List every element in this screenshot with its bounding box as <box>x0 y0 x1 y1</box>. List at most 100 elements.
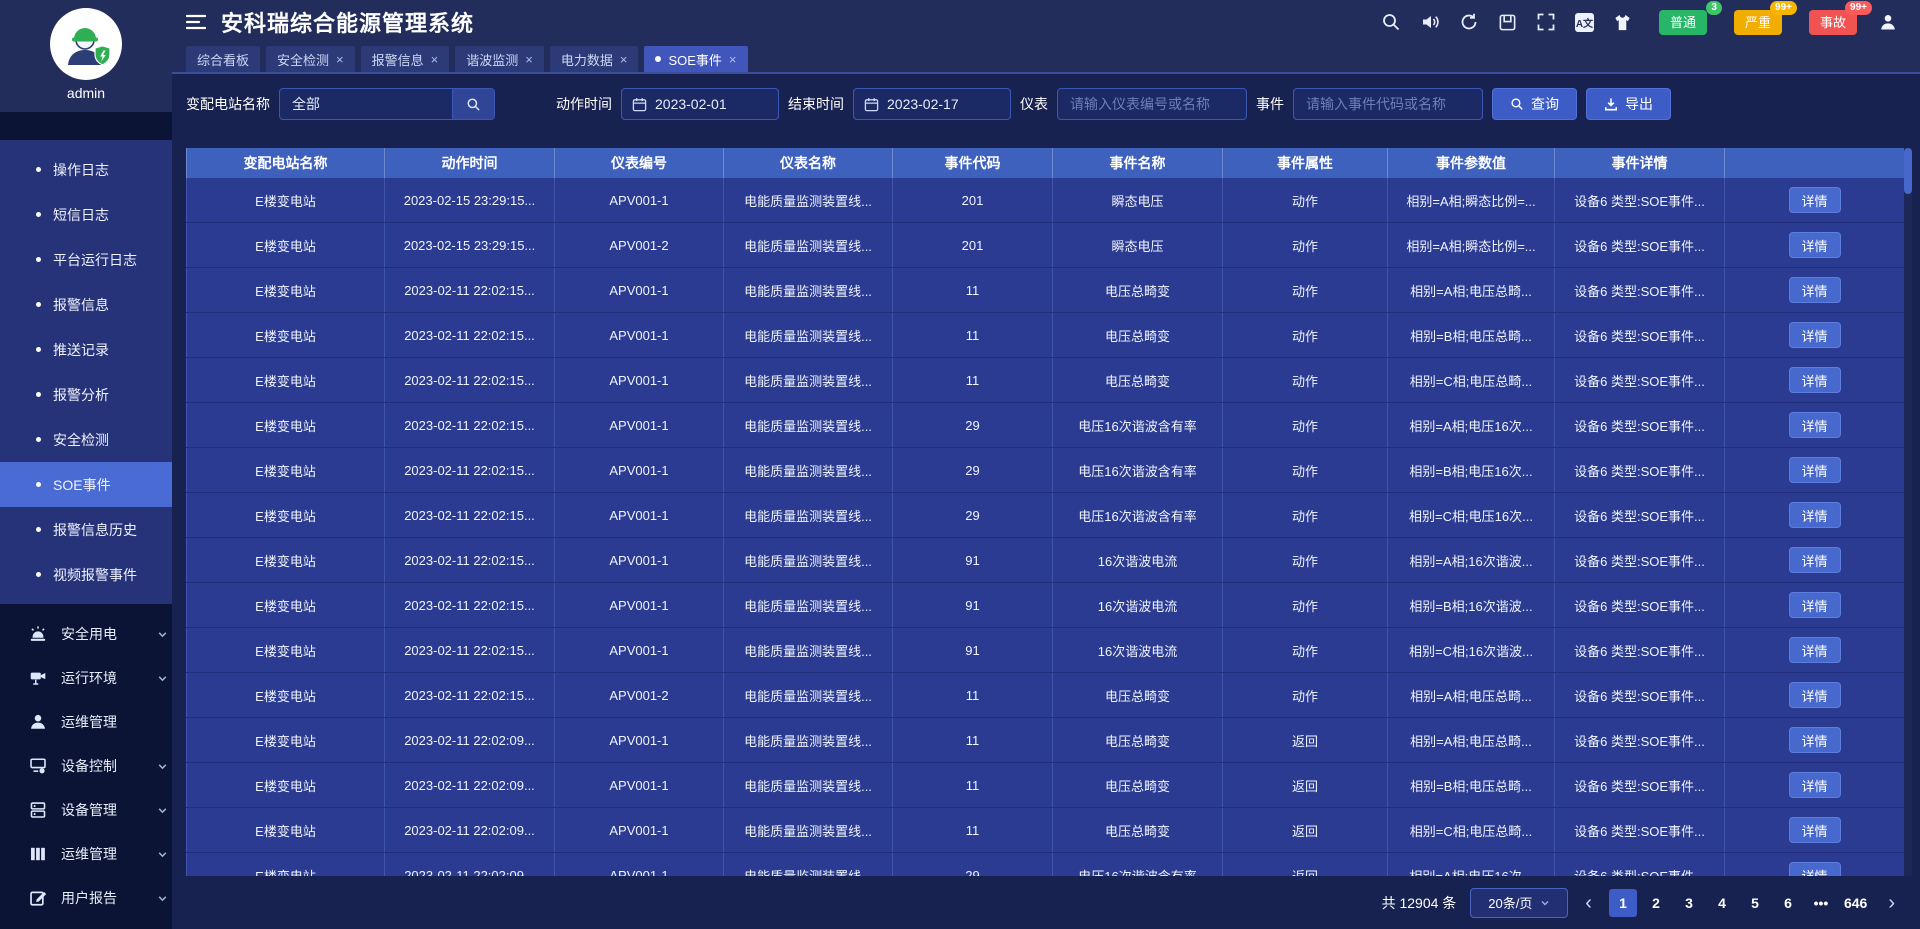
sidebar-subitem[interactable]: 操作日志 <box>0 147 172 192</box>
vertical-scrollbar[interactable] <box>1904 148 1912 876</box>
page-button-5[interactable]: 5 <box>1741 889 1769 917</box>
sidebar-subitem[interactable]: 报警信息 <box>0 282 172 327</box>
detail-button[interactable]: 详情 <box>1789 277 1841 303</box>
detail-button[interactable]: 详情 <box>1789 682 1841 708</box>
table-cell: 2023-02-11 22:02:09... <box>385 763 555 807</box>
page-button-4[interactable]: 4 <box>1708 889 1736 917</box>
main-area: 安科瑞综合能源管理系统 A文 <box>172 0 1920 929</box>
menu-toggle-icon[interactable] <box>186 14 206 30</box>
chevron-down-icon <box>157 849 168 860</box>
table-cell-actions: 详情 <box>1725 178 1904 222</box>
event-input[interactable]: 请输入事件代码或名称 <box>1293 88 1483 120</box>
sidebar-item[interactable]: 运维管理 <box>0 832 172 876</box>
tab-安全检测[interactable]: 安全检测× <box>266 46 355 72</box>
tab-电力数据[interactable]: 电力数据× <box>550 46 639 72</box>
table-cell: 2023-02-11 22:02:15... <box>385 313 555 357</box>
station-search-button[interactable] <box>452 89 494 119</box>
sidebar-subitem[interactable]: 安全检测 <box>0 417 172 462</box>
save-icon[interactable] <box>1498 13 1517 32</box>
app-root: admin 操作日志短信日志平台运行日志报警信息推送记录报警分析安全检测SOE事… <box>0 0 1920 929</box>
tab-报警信息[interactable]: 报警信息× <box>361 46 450 72</box>
sidebar-item[interactable]: 用户报告 <box>0 876 172 920</box>
theme-icon[interactable] <box>1613 13 1632 32</box>
detail-button[interactable]: 详情 <box>1789 187 1841 213</box>
refresh-icon[interactable] <box>1459 12 1479 32</box>
table-cell: 11 <box>893 268 1053 312</box>
detail-button[interactable]: 详情 <box>1789 772 1841 798</box>
close-icon[interactable]: × <box>336 53 344 66</box>
page-size-select[interactable]: 20条/页 <box>1470 888 1568 918</box>
detail-button[interactable]: 详情 <box>1789 322 1841 348</box>
end-date-input[interactable]: 2023-02-17 <box>853 88 1011 120</box>
sidebar-subitem[interactable]: 平台运行日志 <box>0 237 172 282</box>
table-cell: 瞬态电压 <box>1053 223 1223 267</box>
table-cell: 2023-02-11 22:02:15... <box>385 268 555 312</box>
sound-icon[interactable] <box>1420 12 1440 32</box>
title-bar: 安科瑞综合能源管理系统 A文 <box>172 0 1920 44</box>
detail-button[interactable]: 详情 <box>1789 367 1841 393</box>
close-icon[interactable]: × <box>431 53 439 66</box>
sidebar-subitem[interactable]: 推送记录 <box>0 327 172 372</box>
detail-button[interactable]: 详情 <box>1789 637 1841 663</box>
detail-button[interactable]: 详情 <box>1789 547 1841 573</box>
sidebar-item[interactable]: 安全用电 <box>0 612 172 656</box>
more-pages-button[interactable]: ••• <box>1807 889 1835 917</box>
sidebar-subitem[interactable]: 报警信息历史 <box>0 507 172 552</box>
sidebar-subitem[interactable]: 视频报警事件 <box>0 552 172 597</box>
table-cell: 相别=A相;16次谐波... <box>1388 538 1555 582</box>
search-button[interactable]: 查询 <box>1492 88 1577 120</box>
close-icon[interactable]: × <box>729 53 737 66</box>
page-button-646[interactable]: 646 <box>1840 889 1871 917</box>
close-icon[interactable]: × <box>620 53 628 66</box>
table-row: E楼变电站2023-02-11 22:02:15...APV001-1电能质量监… <box>186 403 1904 448</box>
prev-page-button[interactable]: ‹ <box>1582 893 1595 913</box>
sidebar-subitem[interactable]: 短信日志 <box>0 192 172 237</box>
sidebar-subitem[interactable]: SOE事件 <box>0 462 172 507</box>
table-cell-actions: 详情 <box>1725 493 1904 537</box>
sidebar-item[interactable]: 设备控制 <box>0 744 172 788</box>
translate-icon[interactable]: A文 <box>1575 13 1594 32</box>
detail-button[interactable]: 详情 <box>1789 232 1841 258</box>
page-button-3[interactable]: 3 <box>1675 889 1703 917</box>
search-icon[interactable] <box>1381 12 1401 32</box>
start-date-input[interactable]: 2023-02-01 <box>621 88 779 120</box>
table-cell: E楼变电站 <box>186 853 385 876</box>
sidebar-item[interactable]: 运行环境 <box>0 656 172 700</box>
detail-button[interactable]: 详情 <box>1789 862 1841 876</box>
user-icon[interactable] <box>1878 12 1898 32</box>
page-button-1[interactable]: 1 <box>1609 889 1637 917</box>
tab-综合看板[interactable]: 综合看板 <box>186 46 260 72</box>
device-manage-icon <box>28 801 48 819</box>
alert-tag[interactable]: 事故99+ <box>1809 10 1857 35</box>
chevron-down-icon <box>1540 898 1550 908</box>
table-cell-actions: 详情 <box>1725 583 1904 627</box>
detail-button[interactable]: 详情 <box>1789 817 1841 843</box>
page-button-6[interactable]: 6 <box>1774 889 1802 917</box>
export-button[interactable]: 导出 <box>1586 88 1671 120</box>
detail-button[interactable]: 详情 <box>1789 502 1841 528</box>
detail-button[interactable]: 详情 <box>1789 592 1841 618</box>
table-cell: 11 <box>893 808 1053 852</box>
alert-tag[interactable]: 严重99+ <box>1734 10 1782 35</box>
sidebar-subitem[interactable]: 报警分析 <box>0 372 172 417</box>
next-page-button[interactable]: › <box>1885 893 1898 913</box>
table-cell: 返回 <box>1223 718 1388 762</box>
detail-button[interactable]: 详情 <box>1789 412 1841 438</box>
detail-button[interactable]: 详情 <box>1789 457 1841 483</box>
sidebar-item[interactable]: 运维管理 <box>0 700 172 744</box>
close-icon[interactable]: × <box>525 53 533 66</box>
scrollbar-thumb[interactable] <box>1904 148 1912 194</box>
meter-input[interactable]: 请输入仪表编号或名称 <box>1057 88 1247 120</box>
station-filter-select[interactable]: 全部 <box>279 88 495 120</box>
avatar[interactable] <box>50 8 122 80</box>
table-cell: E楼变电站 <box>186 493 385 537</box>
fullscreen-icon[interactable] <box>1536 12 1556 32</box>
sidebar-item[interactable]: 设备管理 <box>0 788 172 832</box>
alert-tag[interactable]: 普通3 <box>1659 10 1707 35</box>
detail-button[interactable]: 详情 <box>1789 727 1841 753</box>
tab-谐波监测[interactable]: 谐波监测× <box>455 46 544 72</box>
page-button-2[interactable]: 2 <box>1642 889 1670 917</box>
alert-tag-label: 严重 <box>1745 15 1771 30</box>
table-cell: E楼变电站 <box>186 718 385 762</box>
tab-SOE事件[interactable]: SOE事件× <box>644 46 747 72</box>
